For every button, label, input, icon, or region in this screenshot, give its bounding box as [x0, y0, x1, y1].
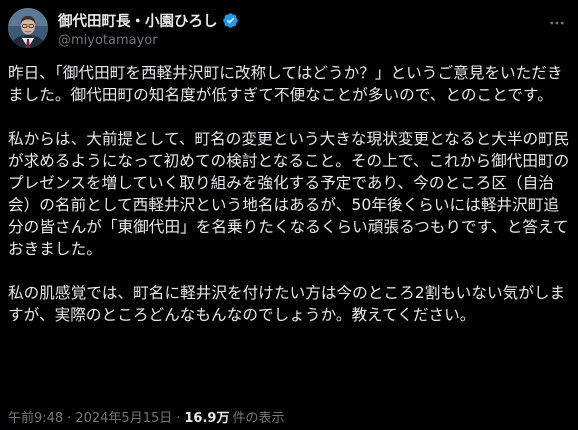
more-options-button[interactable]	[546, 12, 568, 34]
post-meta: 午前9:48 · 2024年5月15日 · 16.9万 件の表示	[8, 407, 284, 426]
post-time[interactable]: 午前9:48	[8, 407, 63, 426]
verified-badge-icon[interactable]	[222, 12, 239, 29]
author-name-row: 御代田町長・小園ひろし	[58, 10, 239, 30]
post-text: 昨日、「御代田町を西軽井沢町に改称してはどうか？」というご意見をいただきました。…	[8, 62, 570, 326]
post-paragraph: 私からは、大前提として、町名の変更という大きな現状変更となると大半の町民が求める…	[8, 130, 570, 258]
avatar-photo-icon	[8, 8, 48, 48]
more-options-icon	[550, 21, 564, 25]
post-paragraph: 私の肌感覚では、町名に軽井沢を付けたい方は今のところ2割もいない気がしますが、実…	[8, 284, 566, 324]
meta-separator: ·	[176, 411, 181, 426]
avatar[interactable]	[8, 8, 48, 48]
author-display-name[interactable]: 御代田町長・小園ひろし	[58, 10, 218, 31]
meta-separator: ·	[67, 411, 72, 426]
author-info: 御代田町長・小園ひろし @miyotamayor	[58, 10, 239, 48]
author-handle[interactable]: @miyotamayor	[58, 33, 239, 48]
views-count[interactable]: 16.9万	[184, 407, 229, 426]
post-date[interactable]: 2024年5月15日	[75, 407, 172, 426]
post-paragraph: 昨日、「御代田町を西軽井沢町に改称してはどうか？」というご意見をいただきました。…	[8, 64, 563, 104]
post-header: 御代田町長・小園ひろし @miyotamayor	[8, 6, 570, 54]
post-card: 御代田町長・小園ひろし @miyotamayor 昨日、「御代田町を西軽井沢町に…	[0, 0, 578, 430]
views-label: 件の表示	[232, 411, 285, 426]
